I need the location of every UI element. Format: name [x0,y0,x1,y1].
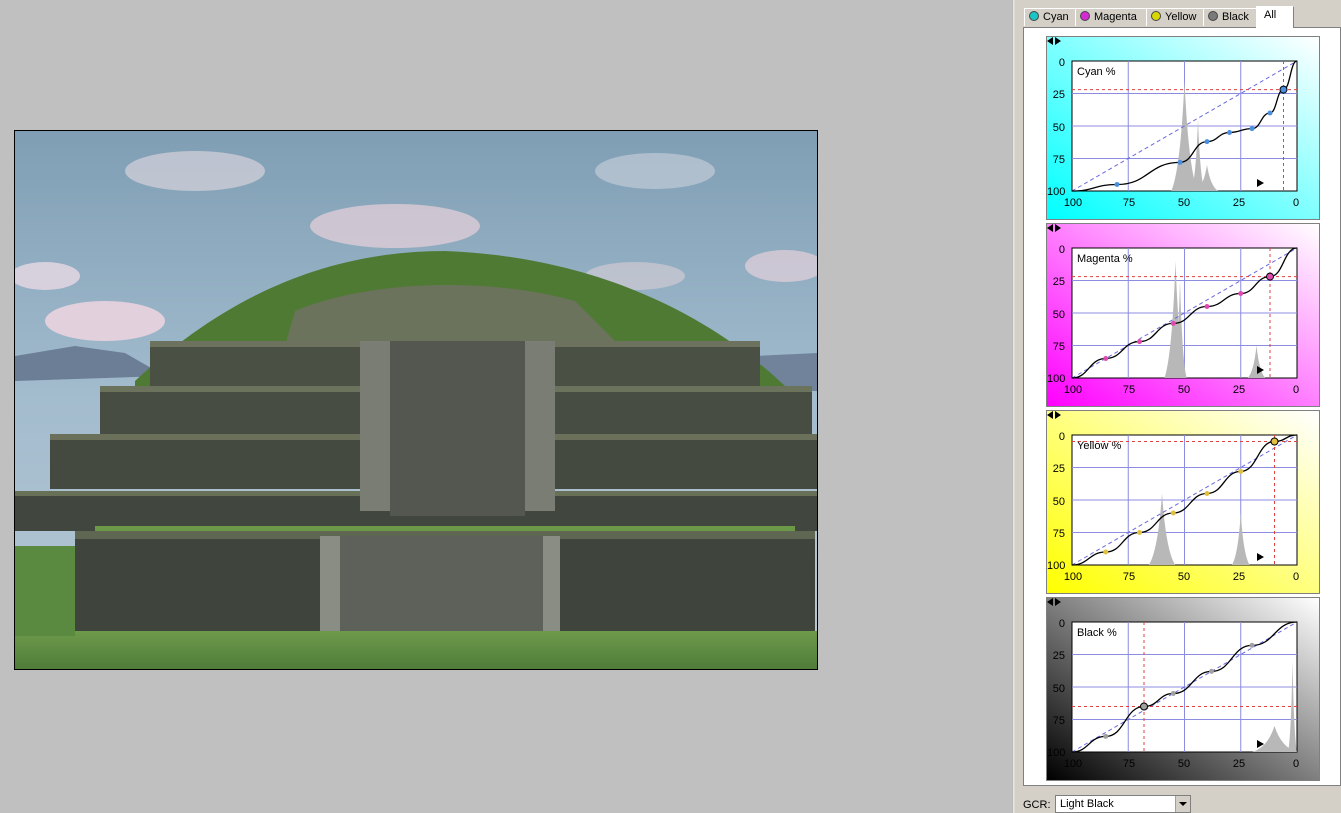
y-tick: 75 [1052,341,1065,353]
image-viewer [0,0,1012,813]
y-tick: 25 [1052,276,1065,288]
x-tick: 100 [1063,571,1083,583]
y-tick: 0 [1058,431,1065,443]
y-tick: 25 [1052,89,1065,101]
x-tick: 25 [1232,384,1246,396]
magenta-dot-icon [1080,11,1090,21]
curve-control-point[interactable] [1238,291,1244,296]
y-tick: 25 [1052,463,1065,475]
selected-control-point[interactable] [1140,702,1148,711]
expand-arrows-icon[interactable] [1047,37,1061,45]
y-tick: 0 [1058,57,1065,69]
selected-control-point[interactable] [1266,272,1274,281]
curve-control-point[interactable] [1227,130,1232,135]
curve-control-point[interactable] [1267,110,1273,116]
curve-control-point[interactable] [1249,642,1255,648]
y-tick: 50 [1052,496,1065,508]
cyan-dot-icon [1029,11,1039,21]
black-dot-icon [1208,11,1218,21]
curves-panel: Cyan Magenta Yellow Black All Cyan % 0 2… [1015,0,1341,813]
x-tick: 25 [1232,571,1246,583]
x-tick: 75 [1122,758,1136,770]
curve-control-point[interactable] [1204,304,1210,309]
x-tick: 0 [1292,571,1300,583]
yellow-curve-graph[interactable] [1047,411,1319,593]
y-tick: 25 [1052,650,1065,662]
curve-control-point[interactable] [1238,468,1244,474]
curve-title: Yellow % [1077,440,1122,452]
x-tick: 100 [1063,384,1083,396]
chevron-down-icon[interactable] [1175,796,1190,812]
expand-arrows-icon[interactable] [1047,224,1061,232]
yellow-dot-icon [1151,11,1161,21]
y-tick: 50 [1052,683,1065,695]
x-tick: 50 [1177,197,1191,209]
tab-label: Cyan [1043,11,1069,23]
expand-arrows-icon[interactable] [1047,598,1061,606]
curve-control-point[interactable] [1209,668,1214,674]
black-curve-graph[interactable] [1047,598,1319,780]
tab-magenta[interactable]: Magenta [1075,8,1147,26]
magenta-curve-editor: Magenta % 0 25 50 75 100 100 75 50 25 0 [1046,223,1320,407]
gcr-selected-value: Light Black [1060,798,1114,810]
curve-control-point[interactable] [1114,182,1120,187]
magenta-curve-graph[interactable] [1047,224,1319,406]
photo-preview[interactable] [14,130,818,670]
cyan-curve-editor: Cyan % 0 25 50 75 100 100 75 50 25 0 [1046,36,1320,220]
x-tick: 25 [1232,197,1246,209]
selected-control-point[interactable] [1279,85,1288,94]
cyan-curve-graph[interactable] [1047,37,1319,219]
y-tick: 75 [1052,715,1065,727]
tab-cyan[interactable]: Cyan [1024,8,1076,26]
curve-control-point[interactable] [1170,691,1176,696]
curve-control-point[interactable] [1103,549,1109,555]
y-tick: 0 [1058,244,1065,256]
y-tick: 0 [1058,618,1065,630]
pyramid-photo [15,131,817,669]
x-tick: 75 [1122,197,1136,209]
curve-control-point[interactable] [1103,733,1109,739]
x-tick: 0 [1292,758,1300,770]
x-tick: 100 [1063,758,1083,770]
curve-control-point[interactable] [1170,510,1176,516]
curve-control-point[interactable] [1204,139,1210,145]
x-tick: 0 [1292,197,1300,209]
x-tick: 50 [1177,758,1191,770]
tab-all[interactable]: All [1256,6,1294,28]
tab-black[interactable]: Black [1203,8,1257,26]
tab-label: Yellow [1165,11,1197,23]
curves-tab-page: Cyan % 0 25 50 75 100 100 75 50 25 0 Mag… [1023,27,1341,786]
gcr-dropdown[interactable]: Light Black [1055,795,1191,813]
curve-control-point[interactable] [1137,339,1142,345]
y-tick: 75 [1052,154,1065,166]
x-tick: 50 [1177,384,1191,396]
expand-arrows-icon[interactable] [1047,411,1061,419]
curve-control-point[interactable] [1177,159,1183,165]
black-curve-editor: Black % 0 25 50 75 100 100 75 50 25 0 [1046,597,1320,781]
tab-label: Black [1222,11,1249,23]
curve-title: Magenta % [1077,253,1133,265]
curve-title: Cyan % [1077,66,1116,78]
curve-control-point[interactable] [1170,320,1176,326]
y-tick: 50 [1052,122,1065,134]
x-tick: 25 [1232,758,1246,770]
x-tick: 100 [1063,197,1083,209]
tab-label: Magenta [1094,11,1137,23]
selected-control-point[interactable] [1270,437,1279,446]
x-tick: 75 [1122,571,1136,583]
gcr-label: GCR: [1023,799,1051,811]
tab-label: All [1264,9,1277,21]
curve-control-point[interactable] [1137,530,1142,535]
curve-control-point[interactable] [1204,491,1210,496]
x-tick: 50 [1177,571,1191,583]
curve-control-point[interactable] [1103,356,1109,361]
x-tick: 75 [1122,384,1136,396]
yellow-curve-editor: Yellow % 0 25 50 75 100 100 75 50 25 0 [1046,410,1320,594]
y-tick: 50 [1052,309,1065,321]
x-tick: 0 [1292,384,1300,396]
y-tick: 75 [1052,528,1065,540]
curve-title: Black % [1077,627,1117,639]
curve-control-point[interactable] [1249,126,1255,132]
tab-yellow[interactable]: Yellow [1146,8,1204,26]
